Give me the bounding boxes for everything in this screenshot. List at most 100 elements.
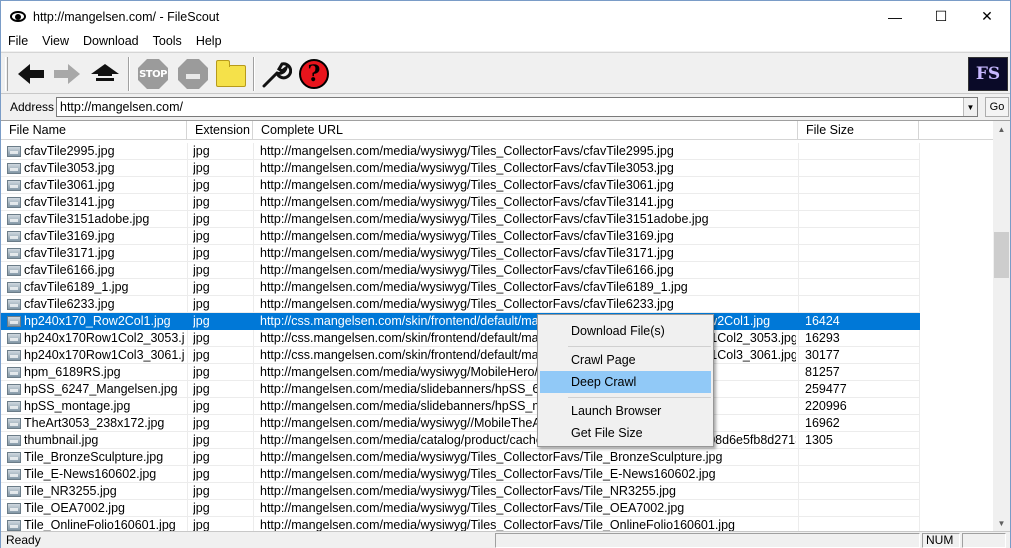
download-button[interactable]: [176, 57, 210, 91]
cell-ext: jpg: [193, 484, 210, 498]
grid-line: [919, 381, 920, 398]
help-button[interactable]: ?: [297, 57, 331, 91]
file-list[interactable]: File Name Extension Complete URL File Si…: [1, 120, 1010, 531]
menu-download[interactable]: Download: [76, 32, 146, 51]
cell-size: [805, 279, 917, 296]
table-row[interactable]: cfavTile3053.jpg jpg http://mangelsen.com/…: [1, 160, 920, 177]
home-button[interactable]: [88, 57, 122, 91]
table-row[interactable]: cfavTile3151adobe.jpg jpg http://mangelsen…: [1, 211, 920, 228]
address-input[interactable]: http://mangelsen.com/: [56, 97, 978, 117]
menu-item-deep-crawl[interactable]: Deep Crawl: [540, 371, 711, 393]
minimize-button[interactable]: —: [872, 1, 918, 32]
back-button[interactable]: [14, 57, 48, 91]
status-pane-num: NUM: [922, 533, 960, 548]
grid-line: [919, 500, 920, 517]
menu-item-crawl-page[interactable]: Crawl Page: [540, 349, 711, 371]
grid-line: [187, 245, 188, 262]
chevron-down-icon: ▼: [966, 102, 975, 112]
cell-name: Tile_OnlineFolio160601.jpg: [24, 518, 176, 531]
table-row[interactable]: hpSS_6247_Mangelsen.jpg jpg http://mangels…: [1, 381, 920, 398]
cell-ext: jpg: [193, 229, 210, 243]
open-folder-button[interactable]: [214, 57, 248, 91]
grid-line: [798, 279, 799, 296]
table-row[interactable]: Tile_OEA7002.jpg jpg http://mangelsen.com/…: [1, 500, 920, 517]
close-button[interactable]: ✕: [964, 1, 1010, 32]
settings-button[interactable]: [259, 57, 293, 91]
image-file-icon: [7, 180, 21, 191]
table-row[interactable]: cfavTile2995.jpg jpg http://mangelsen.com/…: [1, 143, 920, 160]
scrollbar-thumb[interactable]: [994, 232, 1009, 278]
grid-line: [187, 330, 188, 347]
grid-line: [919, 432, 920, 449]
image-file-icon: [7, 197, 21, 208]
table-row[interactable]: hpSS_montage.jpg jpg http://mangelsen.com/…: [1, 398, 920, 415]
table-row[interactable]: Tile_BronzeSculpture.jpg jpg http://mangel…: [1, 449, 920, 466]
address-dropdown-button[interactable]: ▼: [963, 98, 977, 116]
column-header-extension[interactable]: Extension: [187, 121, 253, 140]
menu-separator: [568, 346, 711, 347]
grid-line: [187, 177, 188, 194]
table-row[interactable]: hp240x170Row1Col3_3061.jpg jpg http://css.…: [1, 347, 920, 364]
window-title: http://mangelsen.com/ - FileScout: [33, 9, 220, 24]
cell-size: 16424: [805, 314, 840, 328]
table-row[interactable]: cfavTile3061.jpg jpg http://mangelsen.com/…: [1, 177, 920, 194]
column-header-file-name[interactable]: File Name: [1, 121, 187, 140]
cell-url: http://mangelsen.com/media/wysiwyg/Tiles…: [260, 229, 674, 243]
toolbar: STOP ? FS: [1, 52, 1010, 94]
address-label: Address: [10, 100, 55, 114]
cell-size: [805, 177, 917, 194]
menu-help[interactable]: Help: [189, 32, 229, 51]
title-bar[interactable]: http://mangelsen.com/ - FileScout — ☐ ✕: [1, 1, 1010, 32]
cell-name: cfavTile6189_1.jpg: [24, 280, 129, 294]
grid-line: [253, 177, 254, 194]
grid-line: [919, 330, 920, 347]
table-row[interactable]: TheArt3053_238x172.jpg jpg http://mangelse…: [1, 415, 920, 432]
grid-line: [798, 262, 799, 279]
vertical-scrollbar[interactable]: ▲ ▼: [993, 121, 1010, 531]
image-file-icon: [7, 231, 21, 242]
scroll-down-arrow-icon[interactable]: ▼: [993, 515, 1010, 531]
menu-file[interactable]: File: [1, 32, 35, 51]
grid-line: [187, 466, 188, 483]
table-row[interactable]: cfavTile3169.jpg jpg http://mangelsen.com/…: [1, 228, 920, 245]
table-row[interactable]: Tile_OnlineFolio160601.jpg jpg http://mang…: [1, 517, 920, 531]
menu-view[interactable]: View: [35, 32, 76, 51]
table-row[interactable]: hpm_6189RS.jpg jpg http://mangelsen.com/me…: [1, 364, 920, 381]
column-header-file-size[interactable]: File Size: [798, 121, 919, 140]
scroll-up-arrow-icon[interactable]: ▲: [993, 121, 1010, 138]
maximize-button[interactable]: ☐: [918, 1, 964, 32]
toolbar-grip[interactable]: [5, 57, 8, 91]
table-row[interactable]: Tile_NR3255.jpg jpg http://mangelsen.com/m…: [1, 483, 920, 500]
table-row[interactable]: cfavTile6189_1.jpg jpg http://mangelsen.co…: [1, 279, 920, 296]
status-text: Ready: [6, 533, 41, 547]
table-row[interactable]: Tile_E-News160602.jpg jpg http://mangelsen…: [1, 466, 920, 483]
table-row[interactable]: cfavTile6233.jpg jpg http://mangelsen.com/…: [1, 296, 920, 313]
status-pane-extra: [962, 533, 1006, 548]
menu-bar: File View Download Tools Help: [1, 32, 1010, 51]
cell-name: hpm_6189RS.jpg: [24, 365, 121, 379]
column-header-complete-url[interactable]: Complete URL: [253, 121, 798, 140]
table-row[interactable]: thumbnail.jpg jpg http://mangelsen.com/med…: [1, 432, 920, 449]
eye-icon[interactable]: [9, 8, 27, 26]
menu-item-get-file-size[interactable]: Get File Size: [540, 422, 711, 444]
grid-line: [919, 143, 920, 160]
cell-ext: jpg: [193, 195, 210, 209]
menu-tools[interactable]: Tools: [146, 32, 189, 51]
grid-line: [253, 330, 254, 347]
menu-item-download-files[interactable]: Download File(s): [540, 320, 711, 342]
table-row[interactable]: cfavTile3171.jpg jpg http://mangelsen.com/…: [1, 245, 920, 262]
table-row[interactable]: hp240x170_Row2Col1.jpg jpg http://css.mang…: [1, 313, 920, 330]
grid-line: [253, 364, 254, 381]
go-button[interactable]: Go: [985, 97, 1009, 117]
forward-button[interactable]: [50, 57, 84, 91]
table-row[interactable]: cfavTile6166.jpg jpg http://mangelsen.com/…: [1, 262, 920, 279]
table-row[interactable]: hp240x170Row1Col2_3053.jpg jpg http://css.…: [1, 330, 920, 347]
cell-size: 1305: [805, 433, 833, 447]
table-row[interactable]: cfavTile3141.jpg jpg http://mangelsen.com/…: [1, 194, 920, 211]
stop-button[interactable]: STOP: [136, 57, 170, 91]
grid-line: [253, 194, 254, 211]
download-disabled-icon: [178, 59, 208, 89]
menu-item-launch-browser[interactable]: Launch Browser: [540, 400, 711, 422]
image-file-icon: [7, 486, 21, 497]
back-arrow-icon: [18, 64, 44, 84]
